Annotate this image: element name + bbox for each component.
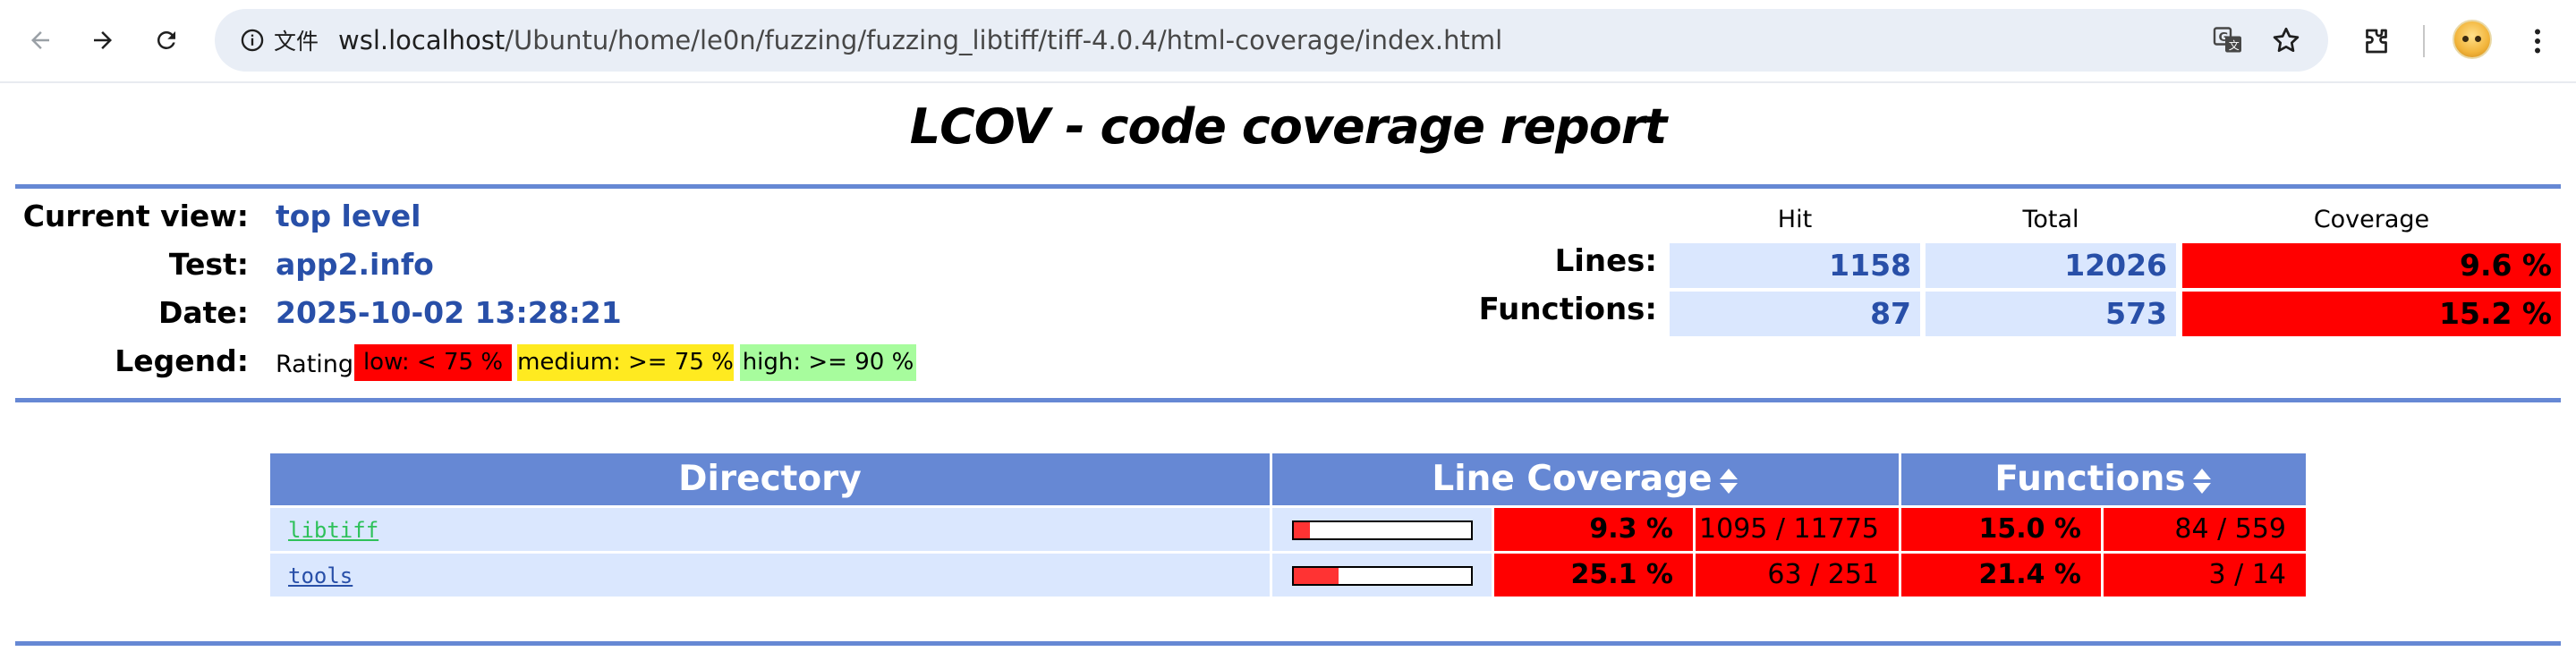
test-value: app2.info [276,247,434,282]
directory-link[interactable]: tools [288,563,353,588]
coverage-bar-cell [1272,508,1492,551]
directory-link[interactable]: libtiff [288,518,378,543]
back-button[interactable] [20,20,61,61]
reload-button[interactable] [146,20,187,61]
site-info-chip[interactable]: 文件 [229,19,331,62]
table-row-tools-name: tools [270,554,1270,597]
coverage-bar-fill [1294,522,1311,538]
summary-coverage-header: Coverage [2313,206,2430,233]
svg-text:文: 文 [2229,38,2240,52]
function-coverage-percent: 15.0 % [1901,508,2101,551]
functions-coverage: 15.2 % [2182,292,2561,336]
coverage-bar-fill [1294,568,1339,584]
profile-avatar[interactable] [2453,20,2492,59]
toolbar-separator [2423,25,2425,57]
mid-ruler [15,398,2561,402]
bottom-ruler [15,641,2561,646]
menu-dots-icon [2535,29,2540,54]
lines-coverage: 9.6 % [2182,243,2561,288]
functions-header-label: Functions [1994,459,2186,499]
back-arrow-icon [31,31,49,49]
line-coverage-percent: 9.3 % [1494,508,1693,551]
top-ruler [15,184,2561,189]
page-title: LCOV - code coverage report [909,98,1668,155]
summary-total-header: Total [2022,206,2079,233]
function-coverage-count: 3 / 14 [2104,554,2306,597]
lines-hit: 1158 [1670,243,1920,288]
rating-label: Rating: [276,351,362,378]
line-coverage-header-label: Line Coverage [1432,459,1713,499]
legend-high: high: >= 90 % [740,344,916,381]
translate-icon: G文 [2213,27,2241,53]
lines-total: 12026 [1926,243,2176,288]
url-text[interactable]: wsl.localhost/Ubuntu/home/le0n/fuzzing/f… [338,9,1502,72]
function-coverage-count: 84 / 559 [2104,508,2306,551]
bookmark-star-button[interactable] [2270,24,2302,56]
legend-label: Legend: [115,343,249,378]
reload-icon [157,30,175,49]
coverage-bar [1292,566,1473,586]
sort-icon[interactable] [1718,467,1739,495]
current-view-label: Current view: [22,199,249,233]
test-label: Test: [168,247,249,282]
line-coverage-count: 1095 / 11775 [1696,508,1899,551]
table-row-libtiff-name: libtiff [270,508,1270,551]
site-info-label: 文件 [274,29,319,55]
legend-low: low: < 75 % [354,344,512,381]
address-bar[interactable]: 文件 wsl.localhost/Ubuntu/home/le0n/fuzzin… [215,9,2328,72]
menu-button[interactable] [2518,21,2557,61]
functions-header[interactable]: Functions [1901,453,2306,505]
info-icon [241,29,264,52]
functions-total: 573 [1926,292,2176,336]
date-label: Date: [157,295,249,330]
url-path: /Ubuntu/home/le0n/fuzzing/fuzzing_libtif… [505,25,1503,55]
coverage-bar [1292,520,1473,540]
translate-button[interactable]: G文 [2212,24,2244,56]
summary-hit-header: Hit [1777,206,1813,233]
star-icon [2273,27,2300,53]
sort-icon[interactable] [2191,467,2213,495]
line-coverage-header[interactable]: Line Coverage [1272,453,1899,505]
date-value: 2025-10-02 13:28:21 [276,295,622,330]
directory-header-label: Directory [678,459,862,499]
directory-header[interactable]: Directory [270,453,1270,505]
functions-hit: 87 [1670,292,1920,336]
line-coverage-percent: 25.1 % [1494,554,1693,597]
browser-toolbar: 文件 wsl.localhost/Ubuntu/home/le0n/fuzzin… [0,0,2576,83]
extensions-icon [2366,29,2387,54]
forward-arrow-icon [94,31,112,49]
lines-label: Lines: [1554,243,1657,279]
extensions-button[interactable] [2357,21,2396,61]
functions-label: Functions: [1478,292,1657,327]
forward-button[interactable] [82,20,123,61]
legend-medium: medium: >= 75 % [517,344,734,381]
current-view-link[interactable]: top level [276,199,421,233]
url-host: wsl.localhost [338,25,506,55]
coverage-bar-cell [1272,554,1492,597]
line-coverage-count: 63 / 251 [1696,554,1899,597]
function-coverage-percent: 21.4 % [1901,554,2101,597]
